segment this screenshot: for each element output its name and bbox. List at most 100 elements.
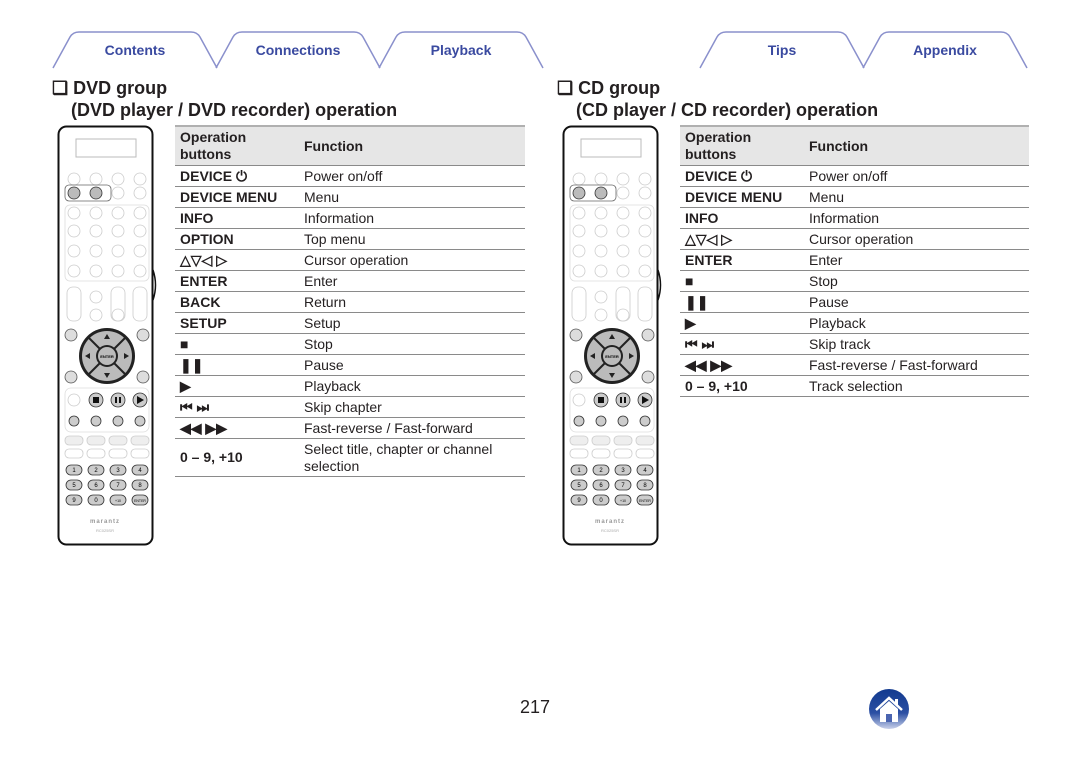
remote-button — [616, 308, 630, 322]
table-row: BACK Return — [175, 291, 525, 313]
operation-button-cell: DEVICE MENU — [680, 186, 804, 208]
operation-button-cell: ▶ — [175, 375, 299, 397]
function-cell: Track selection — [804, 375, 1029, 397]
remote-button — [572, 264, 586, 278]
remote-button — [594, 264, 608, 278]
remote-button — [111, 244, 125, 258]
svg-text:ENTER: ENTER — [134, 499, 146, 503]
table-row: ▶ Playback — [175, 375, 525, 397]
operation-button-cell: ❚❚ — [175, 354, 299, 376]
remote-button — [641, 328, 655, 342]
operation-button-cell: △▽◁ ▷ — [175, 249, 299, 271]
tab-label: Appendix — [913, 42, 977, 58]
table-row: DEVICE MENU Menu — [175, 186, 525, 208]
remote-button — [594, 206, 608, 220]
operation-button-cell: ENTER — [175, 270, 299, 292]
table-row: ENTER Enter — [175, 270, 525, 292]
operation-button-cell: DEVICE ⏻ — [175, 165, 299, 187]
table-row: DEVICE ⏻ Power on/off — [175, 165, 525, 187]
remote-button — [89, 264, 103, 278]
remote-button — [641, 370, 655, 384]
table-row: ⏮ ⏭ Skip chapter — [175, 396, 525, 418]
manual-page: Contents Connections Playback Tips Appen… — [0, 0, 1080, 761]
remote-button — [638, 264, 652, 278]
operation-button-cell: ❚❚ — [680, 291, 804, 313]
remote-button — [594, 224, 608, 238]
operation-button-cell: ⏮ ⏭ — [680, 333, 804, 355]
remote-button — [616, 264, 630, 278]
function-cell: Power on/off — [299, 165, 525, 187]
table-row: INFO Information — [680, 207, 1029, 229]
remote-button — [89, 290, 103, 304]
function-cell: Skip track — [804, 333, 1029, 355]
remote-button — [616, 244, 630, 258]
remote-button — [67, 206, 81, 220]
operation-button-cell: 0 – 9, +10 — [175, 438, 299, 477]
function-cell: Menu — [804, 186, 1029, 208]
remote-enter-label: ENTER — [605, 354, 619, 359]
remote-button — [572, 172, 586, 186]
remote-button — [616, 224, 630, 238]
table-row: ENTER Enter — [680, 249, 1029, 271]
remote-button — [638, 244, 652, 258]
svg-text:ENTER: ENTER — [639, 499, 651, 503]
remote-brand-logo: marantz — [90, 519, 120, 525]
remote-button — [67, 244, 81, 258]
function-cell: Stop — [804, 270, 1029, 292]
remote-button — [616, 172, 630, 186]
operation-button-cell: INFO — [680, 207, 804, 229]
remote-button — [594, 172, 608, 186]
remote-button — [594, 244, 608, 258]
remote-button — [616, 206, 630, 220]
remote-button — [638, 224, 652, 238]
function-cell: Cursor operation — [299, 249, 525, 271]
function-cell: Playback — [804, 312, 1029, 334]
remote-button — [616, 186, 630, 200]
operation-button-cell: ■ — [680, 270, 804, 292]
remote-button — [67, 224, 81, 238]
remote-brand-logo: marantz — [595, 519, 625, 525]
remote-button — [638, 172, 652, 186]
remote-button — [89, 186, 103, 200]
column-header-operation: Operation buttons — [175, 125, 299, 166]
dvd-operation-table: Operation buttons Function DEVICE ⏻ Power… — [175, 125, 525, 477]
operation-button-cell: BACK — [175, 291, 299, 313]
home-button[interactable] — [868, 688, 910, 735]
function-cell: Pause — [299, 354, 525, 376]
column-header-function: Function — [804, 125, 1029, 166]
tab-playback[interactable]: Playback — [378, 31, 544, 69]
remote-button — [111, 172, 125, 186]
remote-button — [111, 264, 125, 278]
remote-button — [89, 206, 103, 220]
operation-button-cell: ◀◀ ▶▶ — [175, 417, 299, 439]
cd-operation-table: Operation buttons Function DEVICE ⏻ Power… — [680, 125, 1029, 397]
function-cell: Top menu — [299, 228, 525, 250]
remote-button — [133, 224, 147, 238]
remote-button — [89, 224, 103, 238]
remote-button — [594, 308, 608, 322]
column-header-operation: Operation buttons — [680, 125, 804, 166]
remote-button — [133, 172, 147, 186]
function-cell: Setup — [299, 312, 525, 334]
remote-button — [134, 415, 146, 427]
remote-button — [136, 328, 150, 342]
tab-appendix[interactable]: Appendix — [862, 31, 1028, 69]
remote-button — [638, 186, 652, 200]
function-cell: Return — [299, 291, 525, 313]
remote-button — [90, 415, 102, 427]
remote-button — [594, 186, 608, 200]
remote-button — [111, 224, 125, 238]
tab-tips[interactable]: Tips — [699, 31, 865, 69]
table-row: DEVICE ⏻ Power on/off — [680, 165, 1029, 187]
remote-button — [112, 415, 124, 427]
remote-button — [572, 186, 586, 200]
remote-button — [68, 415, 80, 427]
remote-button — [572, 224, 586, 238]
tab-connections[interactable]: Connections — [215, 31, 381, 69]
remote-button — [110, 392, 126, 408]
tab-label: Playback — [430, 42, 492, 58]
remote-button — [572, 393, 586, 407]
remote-button — [64, 370, 78, 384]
table-row: ◀◀ ▶▶ Fast-reverse / Fast-forward — [175, 417, 525, 439]
tab-contents[interactable]: Contents — [52, 31, 218, 69]
